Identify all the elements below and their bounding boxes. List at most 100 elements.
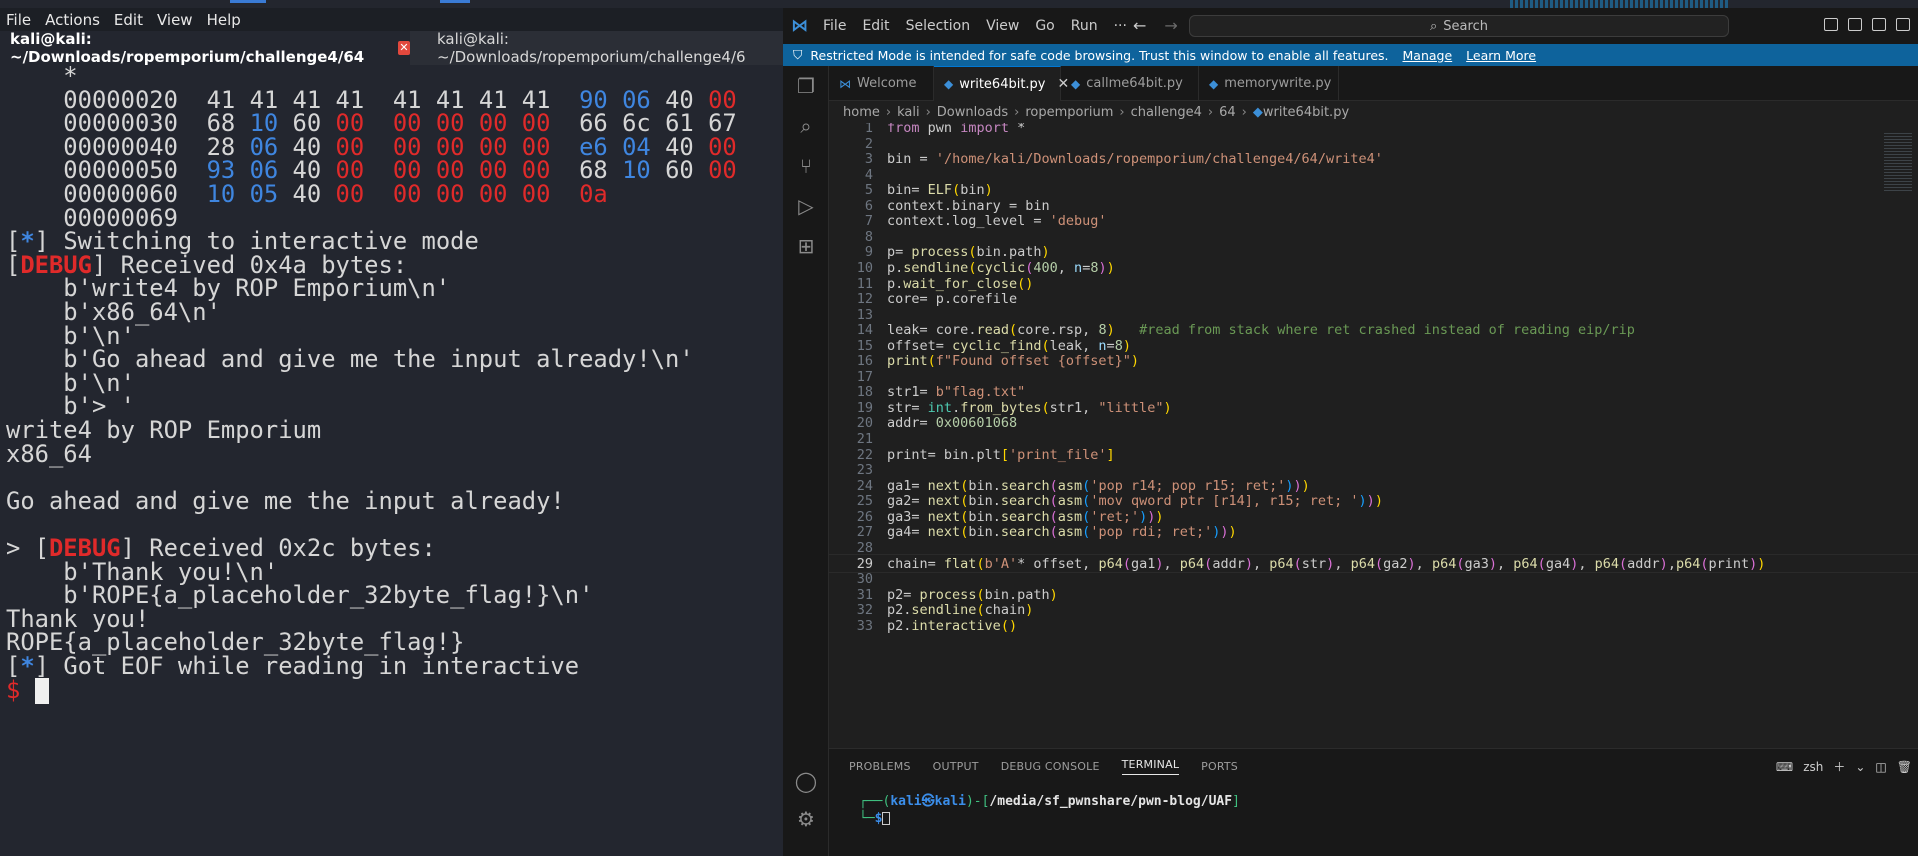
- status-line-text: Got EOF while reading in interactive: [63, 652, 580, 680]
- vscode-window: ⋈ File Edit Selection View Go Run ··· ← …: [783, 8, 1918, 856]
- code-editor[interactable]: 1 from pwn import * 2 3 bin = '/home/kali/Do…: [829, 123, 1918, 748]
- tab-output[interactable]: OUTPUT: [933, 760, 979, 773]
- tab-label: write64bit.py: [959, 76, 1046, 92]
- vscode-logo-icon: ⋈: [791, 16, 808, 36]
- settings-gear-icon[interactable]: ⚙: [794, 807, 818, 831]
- menu-more[interactable]: ···: [1114, 18, 1127, 34]
- toggle-panel-icon[interactable]: [1872, 18, 1886, 31]
- command-center-search[interactable]: ⌕ Search: [1189, 15, 1729, 37]
- tab-terminal[interactable]: TERMINAL: [1121, 758, 1180, 775]
- learn-more-link[interactable]: Learn More: [1466, 48, 1536, 63]
- tab-label: callme64bit.py: [1086, 76, 1183, 91]
- terminal-tab-title: kali@kali: ~/Downloads/ropemporium/chall…: [437, 30, 746, 66]
- terminal-tab-title: kali@kali: ~/Downloads/ropemporium/chall…: [10, 30, 365, 66]
- forward-arrow-icon[interactable]: →: [1164, 16, 1177, 35]
- workspace-indicator: [440, 0, 470, 3]
- account-icon[interactable]: ◯: [794, 769, 818, 793]
- code-text: p2.interactive(): [887, 617, 1018, 634]
- program-output-text: Go ahead and give me the input already!: [6, 486, 565, 515]
- terminal-menubar: File Actions Edit View Help: [0, 8, 783, 31]
- breadcrumb-item[interactable]: kali: [897, 105, 920, 120]
- menu-view[interactable]: View: [986, 18, 1019, 34]
- breadcrumb: home › kali › Downloads › ropemporium › challeng…: [829, 101, 1918, 123]
- explorer-icon[interactable]: ❐: [794, 74, 818, 98]
- menu-edit[interactable]: Edit: [862, 18, 889, 34]
- manage-link[interactable]: Manage: [1403, 48, 1453, 63]
- breadcrumb-item[interactable]: Downloads: [937, 105, 1008, 120]
- terminal-tab-active[interactable]: kali@kali: ~/Downloads/ropemporium/chall…: [0, 30, 410, 66]
- prompt-dollar: $: [874, 811, 883, 826]
- tab-ports[interactable]: PORTS: [1201, 760, 1238, 773]
- breadcrumb-item[interactable]: challenge4: [1131, 105, 1202, 120]
- hex-byte: 10: [622, 156, 666, 185]
- editor-tab-bar: ⋈ Welcome ◆ write64bit.py ✕ ◆ callme64bi…: [829, 66, 1918, 101]
- program-output-text: x86_64: [6, 439, 92, 468]
- extensions-icon[interactable]: ⊞: [794, 234, 818, 258]
- breadcrumb-item[interactable]: ropemporium: [1025, 105, 1113, 120]
- tab-debug-console[interactable]: DEBUG CONSOLE: [1001, 760, 1100, 773]
- activity-bar: ❐ ⌕ ⑂ ▷ ⊞ ◯ ⚙: [783, 66, 829, 856]
- terminal-prompt-line: ┌──(kali㉿kali)-[/media/sf_pwnshare/pwn-b…: [859, 793, 1240, 810]
- toggle-primary-sidebar-icon[interactable]: [1848, 18, 1862, 31]
- source-control-icon[interactable]: ⑂: [794, 154, 818, 178]
- hex-byte: 00: [392, 180, 436, 208]
- menu-selection[interactable]: Selection: [906, 18, 971, 34]
- workspace-indicator: [230, 0, 266, 3]
- back-arrow-icon[interactable]: ←: [1133, 16, 1146, 35]
- breadcrumb-item[interactable]: write64bit.py: [1263, 105, 1349, 120]
- toggle-sidebar-icon[interactable]: [1824, 18, 1838, 31]
- terminal-tab-inactive[interactable]: kali@kali: ~/Downloads/ropemporium/chall…: [425, 30, 783, 66]
- menu-run[interactable]: Run: [1071, 18, 1098, 34]
- chevron-right-icon: ›: [1014, 104, 1020, 120]
- chevron-right-icon: ›: [925, 104, 931, 120]
- run-debug-icon[interactable]: ▷: [794, 194, 818, 218]
- system-top-strip: [0, 0, 1918, 8]
- prompt-frame: )-[: [965, 794, 990, 809]
- search-placeholder: Search: [1443, 18, 1488, 34]
- line-number: 33: [856, 617, 873, 634]
- prompt-frame: ┌──(: [859, 794, 891, 809]
- tab-welcome[interactable]: ⋈ Welcome: [829, 66, 934, 101]
- hex-byte: 05: [249, 180, 293, 208]
- menu-file[interactable]: File: [6, 11, 31, 29]
- hex-byte: 00: [435, 180, 479, 208]
- menu-help[interactable]: Help: [207, 11, 241, 29]
- panel-tabs: PROBLEMS OUTPUT DEBUG CONSOLE TERMINAL P…: [849, 749, 1238, 783]
- hex-byte: 00: [521, 180, 580, 208]
- new-terminal-icon[interactable]: ＋: [1833, 758, 1845, 775]
- chevron-down-icon[interactable]: ⌄: [1855, 760, 1865, 774]
- shell-prompt: $: [6, 676, 49, 705]
- python-icon: ◆: [1209, 76, 1219, 91]
- integrated-terminal[interactable]: ┌──(kali㉿kali)-[/media/sf_pwnshare/pwn-b…: [859, 793, 1240, 827]
- prompt-dollar: $: [6, 675, 35, 704]
- terminal-window[interactable]: File Actions Edit View Help kali@kali: ~…: [0, 8, 783, 856]
- menu-actions[interactable]: Actions: [45, 11, 100, 29]
- chevron-right-icon: ›: [1119, 104, 1125, 120]
- hex-byte: 0a: [579, 180, 623, 208]
- breadcrumb-item[interactable]: 64: [1219, 105, 1236, 120]
- toggle-secondary-sidebar-icon[interactable]: [1896, 18, 1910, 31]
- close-icon[interactable]: ✕: [398, 41, 410, 55]
- split-terminal-icon[interactable]: ◫: [1875, 760, 1886, 774]
- tab-callme64bit[interactable]: ◆ callme64bit.py: [1061, 66, 1199, 101]
- breadcrumb-item[interactable]: home: [843, 105, 880, 120]
- menu-edit[interactable]: Edit: [114, 11, 143, 29]
- menu-view[interactable]: View: [157, 11, 193, 29]
- prompt-frame: └─: [859, 811, 875, 826]
- prompt-frame: ]: [1232, 794, 1240, 809]
- hex-byte: 10: [206, 180, 250, 208]
- menu-go[interactable]: Go: [1035, 18, 1054, 34]
- tab-label: memorywrite.py: [1224, 76, 1332, 91]
- panel-toolbar: ⌨ zsh ＋ ⌄ ◫ 🗑: [1776, 758, 1912, 775]
- python-icon: ◆: [1071, 76, 1081, 91]
- shell-name[interactable]: zsh: [1803, 760, 1823, 774]
- terminal-input-line: └─$: [859, 810, 1240, 827]
- hex-byte: 00: [478, 180, 522, 208]
- terminal-output[interactable]: * 00000020 41 41 41 41 41 41 41 41 90 06…: [0, 62, 783, 856]
- tab-memorywrite[interactable]: ◆ memorywrite.py: [1199, 66, 1339, 101]
- tab-write64bit[interactable]: ◆ write64bit.py ✕: [934, 66, 1069, 101]
- search-icon[interactable]: ⌕: [794, 114, 818, 138]
- trash-icon[interactable]: 🗑: [1897, 760, 1912, 774]
- tab-problems[interactable]: PROBLEMS: [849, 760, 911, 773]
- menu-file[interactable]: File: [823, 18, 846, 34]
